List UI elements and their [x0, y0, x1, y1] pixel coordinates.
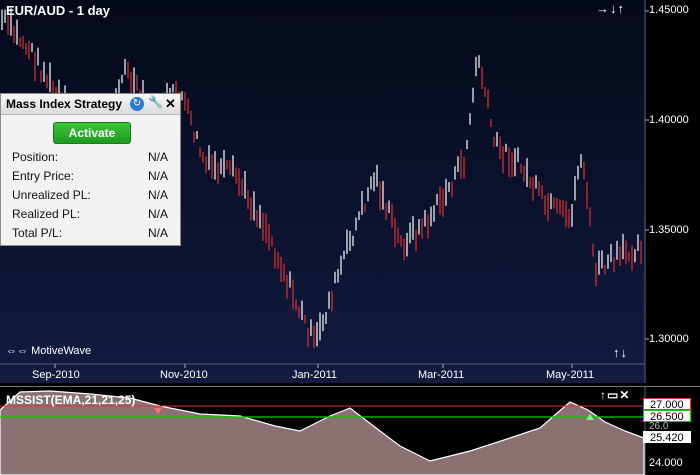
panel-move-arrows-icon[interactable]: ↑↓ — [613, 345, 628, 360]
date-label: Nov-2010 — [160, 369, 208, 381]
position-value: N/A — [148, 150, 169, 164]
date-label: Jan-2011 — [292, 369, 338, 381]
date-label: May-2011 — [546, 369, 595, 381]
entry-price-value: N/A — [148, 169, 169, 183]
level-badge-upper: 27.000 — [643, 398, 691, 411]
entry-price-label: Entry Price: — [12, 169, 75, 183]
strategy-panel-header[interactable]: Mass Index Strategy ↻ 🔧 ✕ — [1, 94, 180, 115]
indicator-axis-label: 24.000 — [649, 457, 683, 469]
total-pl-label: Total P/L: — [12, 226, 63, 240]
unrealized-pl-value: N/A — [148, 188, 169, 202]
price-label: 1.40000 — [649, 114, 689, 126]
date-label: Mar-2011 — [418, 369, 465, 381]
price-label: 1.35000 — [649, 224, 689, 236]
activate-button[interactable]: Activate — [53, 122, 131, 144]
price-label: 1.30000 — [649, 333, 689, 345]
unrealized-pl-label: Unrealized PL: — [12, 188, 91, 202]
position-label: Position: — [12, 150, 59, 164]
strategy-panel: Mass Index Strategy ↻ 🔧 ✕ Activate Posit… — [0, 93, 181, 246]
realized-pl-label: Realized PL: — [12, 207, 81, 221]
brand-footer: ⇔⇔ MotiveWave — [6, 345, 91, 357]
brand-name: MotiveWave — [31, 345, 92, 357]
indicator-title: MSSIST(EMA,21,21,25) — [6, 393, 136, 407]
chart-title: EUR/AUD - 1 day — [6, 3, 111, 18]
refresh-icon[interactable]: ↻ — [130, 97, 144, 111]
scroll-arrows-icon[interactable]: ⇔⇔ — [6, 345, 28, 357]
price-label: 1.45000 — [649, 4, 689, 16]
date-label: Sep-2010 — [32, 369, 80, 381]
level-badge-current: 25.420 — [643, 431, 691, 444]
realized-pl-value: N/A — [148, 207, 169, 221]
total-pl-value: N/A — [148, 226, 169, 240]
wrench-icon[interactable]: 🔧 — [148, 95, 163, 109]
close-icon[interactable]: ✕ — [165, 96, 176, 112]
indicator-controls-icon[interactable]: ↑▭✕ — [600, 388, 630, 402]
strategy-panel-title: Mass Index Strategy — [6, 97, 123, 111]
chart-nav-arrows-icon[interactable]: →↓↑ — [596, 1, 625, 16]
